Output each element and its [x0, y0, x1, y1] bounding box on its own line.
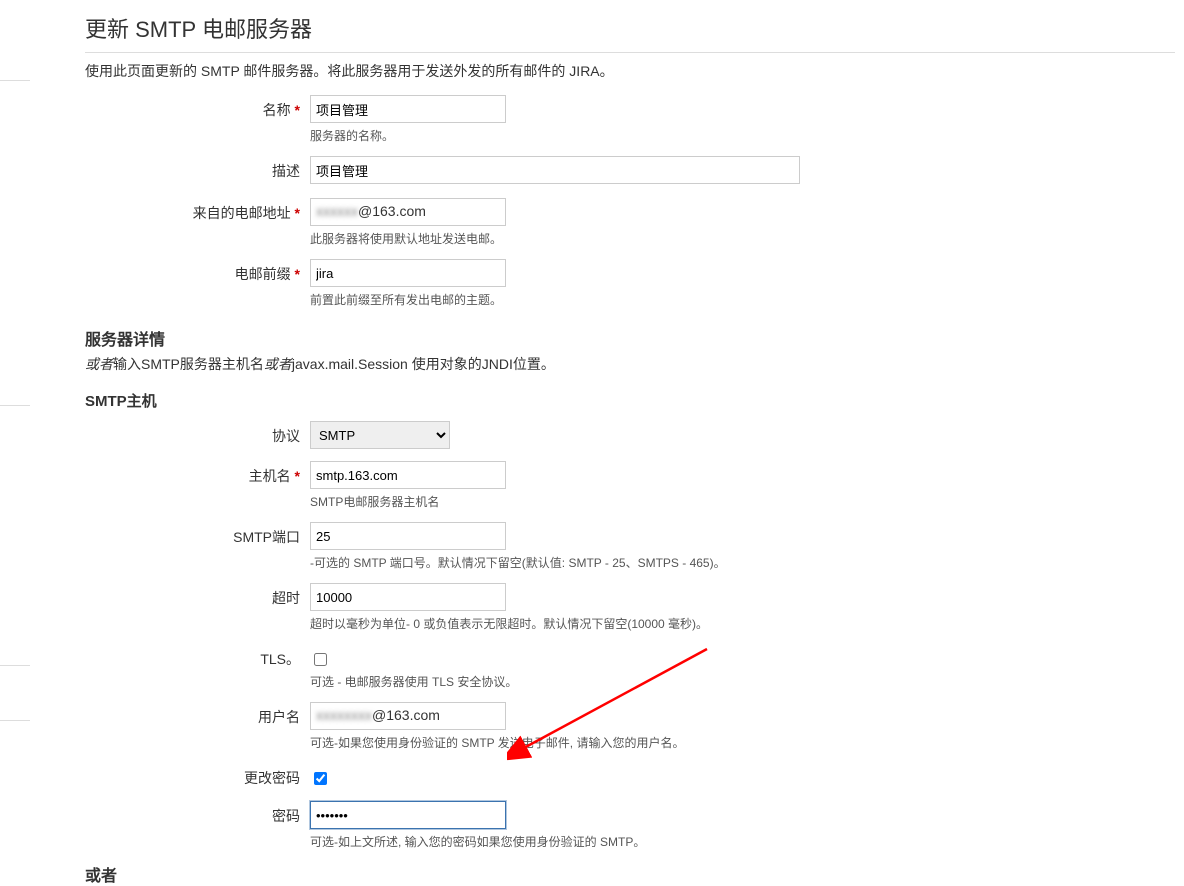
port-label: SMTP端口: [85, 522, 310, 547]
port-input[interactable]: [310, 522, 506, 550]
prefix-help: 前置此前缀至所有发出电邮的主题。: [310, 291, 1184, 308]
page-description: 使用此页面更新的 SMTP 邮件服务器。将此服务器用于发送外发的所有邮件的 JI…: [85, 61, 1184, 81]
prefix-input[interactable]: [310, 259, 506, 287]
user-help: 可选-如果您使用身份验证的 SMTP 发送电子邮件, 请输入您的用户名。: [310, 734, 1184, 751]
tls-help: 可选 - 电邮服务器使用 TLS 安全协议。: [310, 673, 1184, 690]
changepw-checkbox[interactable]: [314, 772, 327, 785]
host-input[interactable]: [310, 461, 506, 489]
host-help: SMTP电邮服务器主机名: [310, 493, 1184, 510]
tls-label: TLS。: [85, 644, 310, 669]
smtp-host-heading: SMTP主机: [85, 390, 1184, 411]
host-label: 主机名: [85, 461, 310, 486]
protocol-label: 协议: [85, 421, 310, 446]
from-input[interactable]: [310, 198, 506, 226]
user-label: 用户名: [85, 702, 310, 727]
name-input[interactable]: [310, 95, 506, 123]
from-help: 此服务器将使用默认地址发送电邮。: [310, 230, 1184, 247]
server-details-sub: 或者输入SMTP服务器主机名或者javax.mail.Session 使用对象的…: [85, 354, 1184, 374]
user-input[interactable]: [310, 702, 506, 730]
password-help: 可选-如上文所述, 输入您的密码如果您使用身份验证的 SMTP。: [310, 833, 1184, 850]
port-help: -可选的 SMTP 端口号。默认情况下留空(默认值: SMTP - 25、SMT…: [310, 554, 1184, 571]
changepw-label: 更改密码: [85, 763, 310, 788]
timeout-help: 超时以毫秒为单位- 0 或负值表示无限超时。默认情况下留空(10000 毫秒)。: [310, 615, 1184, 632]
or-heading: 或者: [85, 862, 1184, 886]
timeout-input[interactable]: [310, 583, 506, 611]
left-nav-divider-region: [0, 0, 30, 828]
page-title: 更新 SMTP 电邮服务器: [85, 12, 1175, 53]
password-input[interactable]: [310, 801, 506, 829]
desc-input[interactable]: [310, 156, 800, 184]
prefix-label: 电邮前缀: [85, 259, 310, 284]
password-label: 密码: [85, 801, 310, 826]
timeout-label: 超时: [85, 583, 310, 608]
from-label: 来自的电邮地址: [85, 198, 310, 223]
name-help: 服务器的名称。: [310, 127, 1184, 144]
tls-checkbox[interactable]: [314, 653, 327, 666]
name-label: 名称: [85, 95, 310, 120]
protocol-select[interactable]: SMTP: [310, 421, 450, 449]
desc-label: 描述: [85, 156, 310, 181]
server-details-heading: 服务器详情: [85, 326, 1184, 350]
